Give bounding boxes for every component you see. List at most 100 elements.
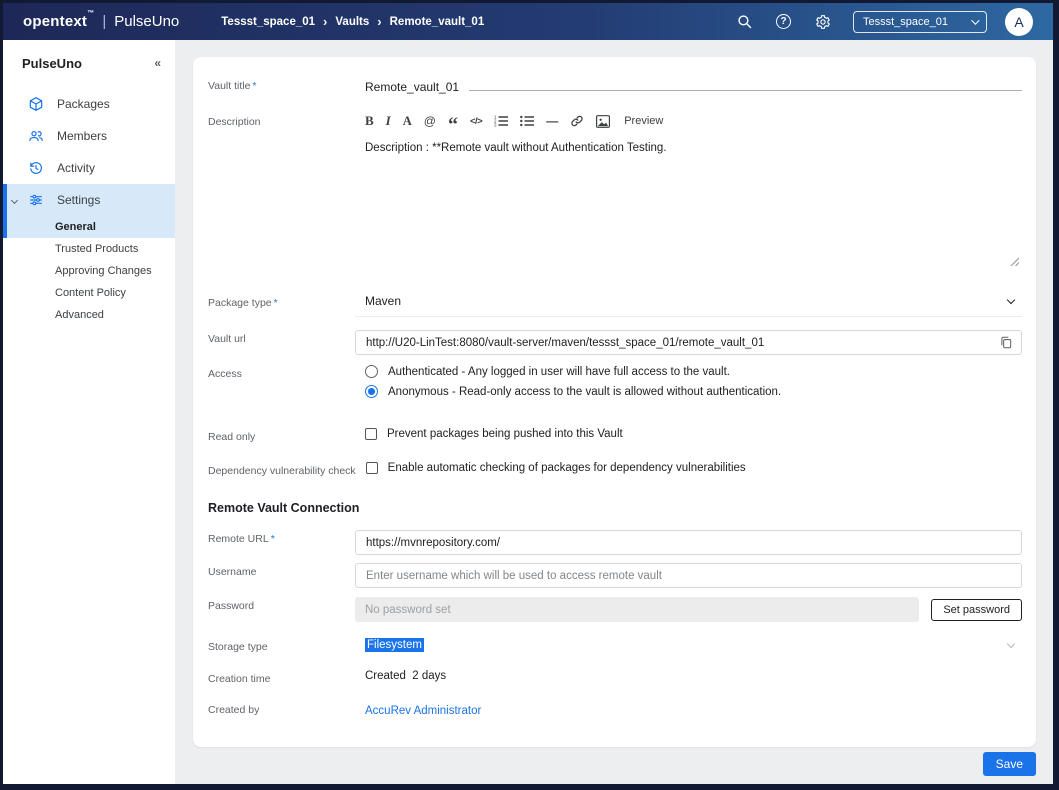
dependency-check-row: Dependency vulnerability check Enable au…: [208, 462, 1022, 477]
password-label: Password: [208, 597, 355, 612]
storage-type-row: Storage type Filesystem: [208, 638, 1022, 653]
activity-icon: [28, 160, 44, 176]
radio-selected-icon: [365, 385, 378, 398]
access-row: Access Authenticated - Any logged in use…: [208, 365, 1022, 405]
heading-icon[interactable]: A: [403, 113, 412, 129]
package-type-label: Package type: [208, 297, 272, 309]
remote-url-input-box: [355, 530, 1022, 555]
bold-icon[interactable]: B: [365, 113, 374, 129]
creation-time-label: Creation time: [208, 670, 355, 685]
save-button[interactable]: Save: [983, 752, 1036, 776]
code-icon[interactable]: </>: [470, 113, 482, 129]
vault-url-row: Vault url: [208, 330, 1022, 355]
access-option-authenticated[interactable]: Authenticated - Any logged in user will …: [365, 365, 1022, 378]
remote-url-row: Remote URL*: [208, 530, 1022, 555]
chevron-down-icon: [1007, 639, 1015, 647]
mention-icon[interactable]: @: [424, 113, 436, 129]
preview-button[interactable]: Preview: [624, 115, 663, 127]
set-password-button[interactable]: Set password: [931, 599, 1022, 621]
markdown-toolbar: B I A @ “ </> 123 —: [355, 113, 1022, 129]
sidebar-item-label: Activity: [57, 161, 95, 175]
read-only-label: Read only: [208, 428, 355, 443]
form-footer: Save: [193, 747, 1036, 776]
description-row: Description B I A @ “ </> 123: [208, 113, 1022, 272]
package-type-row: Package type* Maven: [208, 294, 1022, 317]
access-option-anonymous[interactable]: Anonymous - Read-only access to the vaul…: [365, 385, 1022, 398]
username-input-box: [355, 563, 1022, 588]
italic-icon[interactable]: I: [386, 113, 391, 129]
read-only-row: Read only Prevent packages being pushed …: [208, 428, 1022, 443]
avatar[interactable]: A: [1005, 8, 1033, 36]
sidebar-item-advanced[interactable]: Advanced: [3, 304, 175, 326]
dependency-check-checkbox[interactable]: Enable automatic checking of packages fo…: [366, 462, 1022, 474]
password-input-box: [355, 597, 919, 622]
ordered-list-icon[interactable]: 123: [494, 113, 508, 129]
gear-icon[interactable]: [814, 13, 831, 30]
breadcrumb-separator: ›: [323, 15, 327, 28]
quote-icon[interactable]: “: [448, 117, 458, 133]
sidebar-item-members[interactable]: Members: [3, 120, 175, 152]
space-selector-value: Tessst_space_01: [863, 16, 948, 28]
vault-title-row: Vault title* Remote_vault_01: [208, 77, 1022, 100]
sidebar-item-approving-changes[interactable]: Approving Changes: [3, 260, 175, 282]
sidebar-item-trusted-products[interactable]: Trusted Products: [3, 238, 175, 260]
vault-title-input[interactable]: Remote_vault_01: [355, 77, 1022, 100]
sidebar-item-general[interactable]: General: [3, 216, 175, 238]
settings-icon: [28, 192, 44, 208]
checkbox-unchecked-icon: [365, 428, 377, 440]
image-icon[interactable]: [596, 113, 610, 129]
breadcrumb-vault-name[interactable]: Remote_vault_01: [390, 16, 485, 28]
breadcrumb-vaults[interactable]: Vaults: [335, 16, 369, 28]
app-window: opentext™ | PulseUno Tessst_space_01 › V…: [0, 0, 1059, 790]
chevron-down-icon: [971, 16, 979, 24]
required-asterisk: *: [252, 80, 256, 92]
remote-url-input[interactable]: [366, 537, 1013, 549]
copy-icon[interactable]: [999, 335, 1013, 350]
chevron-down-icon: [11, 196, 18, 203]
vault-url-label: Vault url: [208, 330, 355, 345]
svg-text:3: 3: [494, 123, 497, 127]
password-row: Password Set password: [208, 597, 1022, 622]
help-icon[interactable]: ?: [775, 13, 792, 30]
sidebar-item-label: Members: [57, 129, 107, 143]
sidebar-item-activity[interactable]: Activity: [3, 152, 175, 184]
brand-opentext: opentext: [23, 13, 87, 30]
sidebar-collapse-icon[interactable]: «: [154, 56, 161, 70]
package-type-select[interactable]: Maven: [355, 294, 1022, 317]
created-by-link[interactable]: AccuRev Administrator: [355, 705, 481, 717]
username-row: Username: [208, 563, 1022, 588]
sidebar-item-settings[interactable]: Settings: [3, 184, 175, 216]
main-content: Vault title* Remote_vault_01 Description…: [175, 40, 1053, 784]
horizontal-rule-icon[interactable]: —: [546, 113, 558, 129]
sidebar: PulseUno « Packages Members Acti: [3, 40, 175, 784]
storage-type-value: Filesystem: [365, 638, 424, 652]
bullet-list-icon[interactable]: [520, 113, 534, 129]
sidebar-item-packages[interactable]: Packages: [3, 88, 175, 120]
space-selector-dropdown[interactable]: Tessst_space_01: [853, 11, 987, 33]
top-header: opentext™ | PulseUno Tessst_space_01 › V…: [3, 3, 1053, 40]
resize-handle[interactable]: [1010, 257, 1020, 270]
settings-form-card: Vault title* Remote_vault_01 Description…: [193, 57, 1036, 747]
created-by-label: Created by: [208, 701, 355, 716]
username-input[interactable]: [366, 570, 1013, 582]
vault-url-input[interactable]: [355, 330, 1022, 355]
creation-time-value: Created 2 days: [355, 670, 1022, 682]
section-title-remote-vault-connection: Remote Vault Connection: [208, 501, 1022, 515]
search-icon[interactable]: [736, 13, 753, 30]
trademark-symbol: ™: [87, 10, 94, 17]
sidebar-title: PulseUno: [22, 56, 82, 71]
description-editor[interactable]: Description : **Remote vault without Aut…: [355, 138, 1022, 272]
chevron-down-icon: [1007, 295, 1015, 303]
required-asterisk: *: [274, 297, 278, 309]
sidebar-item-content-policy[interactable]: Content Policy: [3, 282, 175, 304]
link-icon[interactable]: [570, 113, 584, 129]
access-label: Access: [208, 365, 355, 380]
read-only-checkbox[interactable]: Prevent packages being pushed into this …: [365, 428, 1022, 440]
members-icon: [28, 128, 44, 144]
description-label: Description: [208, 113, 355, 128]
sidebar-item-label: Settings: [57, 193, 100, 207]
package-icon: [28, 96, 44, 112]
breadcrumb-space[interactable]: Tessst_space_01: [221, 16, 315, 28]
storage-type-select[interactable]: Filesystem: [355, 638, 1022, 652]
vault-title-label: Vault title: [208, 80, 250, 92]
